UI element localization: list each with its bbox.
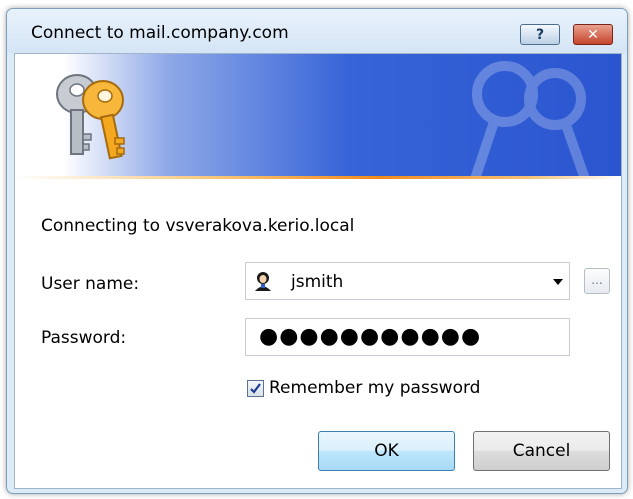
- cancel-button[interactable]: Cancel: [473, 431, 610, 471]
- browse-users-button[interactable]: ...: [584, 268, 610, 294]
- close-button[interactable]: ✕: [573, 24, 613, 45]
- checkmark-icon: [250, 382, 261, 394]
- password-field[interactable]: ●●●●●●●●●●●: [245, 318, 570, 356]
- title-bar: Connect to mail.company.com ? ✕: [7, 9, 627, 53]
- help-button[interactable]: ?: [520, 24, 560, 45]
- chevron-down-icon[interactable]: [553, 279, 563, 285]
- user-icon: [255, 272, 271, 291]
- help-icon: ?: [535, 26, 545, 43]
- user-name-combobox[interactable]: jsmith: [245, 262, 570, 300]
- connecting-status-text: Connecting to vsverakova.kerio.local: [41, 216, 355, 236]
- background-keys-icon: [470, 61, 590, 179]
- keys-icon: [56, 74, 125, 160]
- remember-password-checkbox[interactable]: [247, 379, 264, 397]
- login-dialog-window: Connect to mail.company.com ? ✕ Connecti…: [6, 8, 628, 494]
- banner-accent-line: [15, 176, 621, 179]
- ok-button[interactable]: OK: [318, 431, 455, 471]
- remember-password-option[interactable]: Remember my password: [247, 378, 480, 398]
- window-title: Connect to mail.company.com: [31, 23, 289, 43]
- user-name-label: User name:: [41, 274, 140, 294]
- dialog-content: Connecting to vsverakova.kerio.local Use…: [14, 53, 622, 489]
- header-banner: [15, 54, 621, 179]
- close-icon: ✕: [587, 26, 599, 43]
- password-label: Password:: [41, 328, 127, 348]
- user-name-value: jsmith: [291, 272, 344, 292]
- password-mask: ●●●●●●●●●●●: [259, 324, 482, 349]
- remember-password-label[interactable]: Remember my password: [269, 378, 480, 398]
